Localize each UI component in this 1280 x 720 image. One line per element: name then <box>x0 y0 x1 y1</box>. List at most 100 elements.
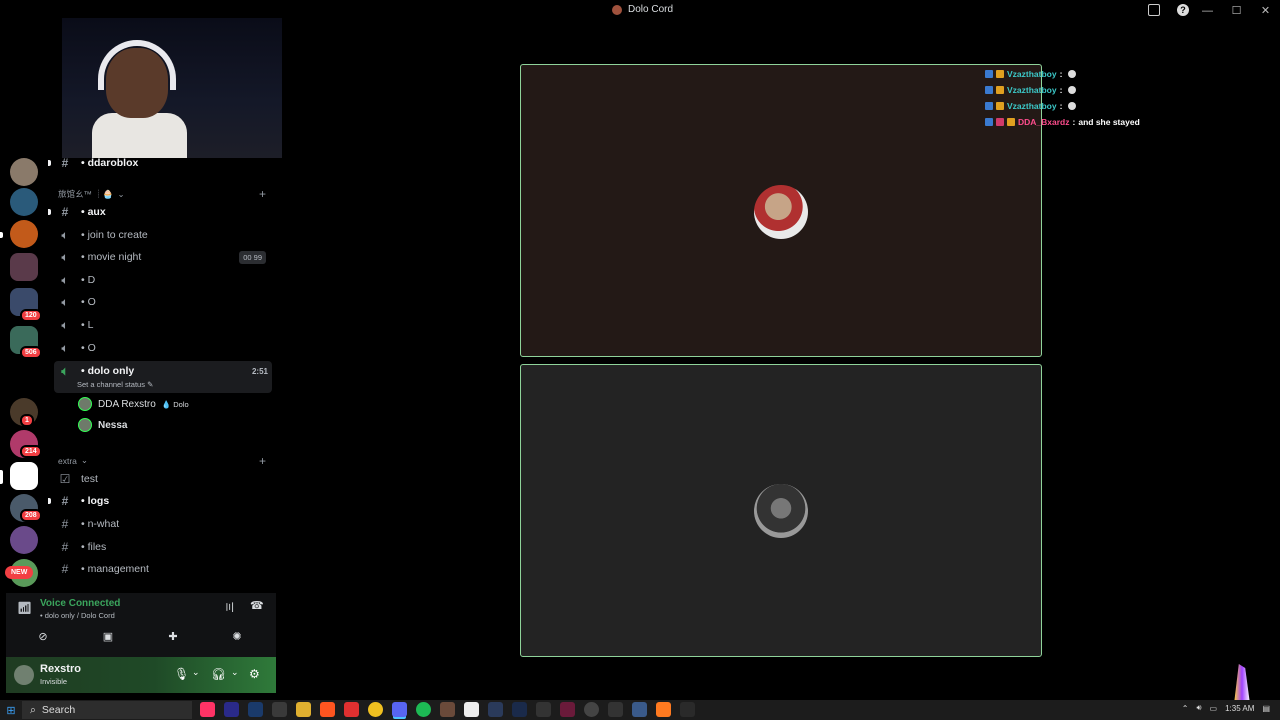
voice-channel-o[interactable]: 🔈︎ • O <box>58 338 272 358</box>
voice-channel-join-to-create[interactable]: 🔈︎ • join to create <box>58 225 272 245</box>
signal-icon[interactable]: 📶︎ <box>17 601 32 615</box>
close-button[interactable]: ✕ <box>1251 0 1280 22</box>
app-icon[interactable] <box>440 702 455 717</box>
voice-location[interactable]: • dolo only / Dolo Cord <box>40 611 115 620</box>
channel-logs[interactable]: # • logs <box>48 491 272 511</box>
app-icon[interactable] <box>608 702 623 717</box>
voice-user[interactable]: DDA Rexstro 💧 Dolo <box>78 397 189 411</box>
app-icon[interactable] <box>488 702 503 717</box>
notepad-icon[interactable] <box>464 702 479 717</box>
windows-start-icon[interactable]: ⊞ <box>0 704 22 717</box>
server-icon[interactable] <box>10 526 38 554</box>
set-channel-status[interactable]: Set a channel status ✎ <box>77 380 153 389</box>
create-channel-icon[interactable]: + <box>259 187 266 201</box>
channel-files[interactable]: # • files <box>58 537 272 557</box>
channel-label: • D <box>81 274 96 286</box>
chat-separator: : <box>1072 117 1076 127</box>
notification-icon[interactable]: ▤ <box>1262 704 1270 713</box>
app-icon[interactable] <box>344 702 359 717</box>
indesign-icon[interactable] <box>200 702 215 717</box>
category-header[interactable]: extra ⌄ + <box>58 454 272 468</box>
headphones-icon[interactable]: 🎧︎ <box>211 667 226 681</box>
channel-ddaroblox[interactable]: # • ddaroblox <box>48 153 272 173</box>
channel-label: • logs <box>81 495 110 507</box>
create-channel-icon[interactable]: + <box>259 454 266 468</box>
channel-n-what[interactable]: # • n-what <box>58 514 272 534</box>
chat-message: Vzazthatboy : <box>985 82 1275 98</box>
voice-status[interactable]: Voice Connected <box>40 598 120 609</box>
mention-badge: 120 <box>20 309 42 322</box>
microphone-icon[interactable]: 🎙︎ <box>174 667 189 681</box>
capcut-icon[interactable] <box>536 702 551 717</box>
server-folder[interactable] <box>10 253 38 281</box>
brave-icon[interactable] <box>320 702 335 717</box>
category-header[interactable]: 旅馆ㄠ™ ┊🧁 ⌄ + <box>58 187 272 201</box>
server-list: 120 506 1 214 208 <box>0 156 48 596</box>
soundboard-icon[interactable]: ✺ <box>226 630 248 644</box>
app-icon[interactable] <box>584 702 599 717</box>
speaker-icon: 🔈︎ <box>61 272 69 287</box>
clock[interactable]: 1:35 AM <box>1225 704 1254 713</box>
volume-icon[interactable]: 🔊︎ <box>1196 703 1201 713</box>
inbox-icon[interactable] <box>1148 4 1160 16</box>
app-icon[interactable] <box>368 702 383 717</box>
window-title-text: Dolo Cord <box>628 4 674 15</box>
chevron-down-icon: ⌄ <box>80 455 89 465</box>
voice-channel-d[interactable]: 🔈︎ • D <box>58 270 272 290</box>
chevron-down-icon[interactable]: ⌄ <box>231 667 239 678</box>
app-icon[interactable] <box>560 702 575 717</box>
webcam-person-shirt <box>92 113 187 158</box>
noise-suppression-icon[interactable]: 〣 <box>224 599 235 615</box>
channel-test[interactable]: ☑ test <box>58 469 272 489</box>
emote-icon <box>1068 102 1077 110</box>
voice-tile[interactable] <box>520 364 1042 657</box>
voice-channel-movie-night[interactable]: 🔈︎ • movie night 00 99 <box>58 247 272 267</box>
channel-aux[interactable]: # • aux <box>48 202 272 222</box>
chat-author: Vzazthatboy <box>1007 85 1057 95</box>
server-icon[interactable] <box>10 220 38 248</box>
app-icon[interactable] <box>272 702 287 717</box>
new-badge: NEW <box>5 566 34 579</box>
voice-channel-dolo-only[interactable]: 🔈︎ • dolo only 2:51 <box>58 361 272 381</box>
category-label: 旅馆ㄠ™ ┊🧁 <box>58 189 114 199</box>
avatar[interactable] <box>14 665 34 685</box>
voice-tile[interactable] <box>520 64 1042 357</box>
chevron-up-icon[interactable]: ⌃ <box>1182 704 1189 713</box>
steam-icon[interactable] <box>512 702 527 717</box>
speaker-icon: 🔈︎ <box>61 340 69 355</box>
chevron-down-icon[interactable]: ⌄ <box>192 667 200 678</box>
participant-avatar <box>754 484 808 538</box>
disconnect-icon[interactable]: ☎︎ <box>250 599 264 612</box>
discord-icon[interactable] <box>392 702 407 717</box>
voice-user[interactable]: Nessa <box>78 418 127 432</box>
help-icon[interactable]: ? <box>1177 4 1189 16</box>
chat-author: Vzazthatboy <box>1007 69 1057 79</box>
gear-icon[interactable]: ⚙ <box>249 667 260 681</box>
app-icon[interactable] <box>632 702 647 717</box>
voice-channel-l[interactable]: 🔈︎ • L <box>58 315 272 335</box>
taskbar-search[interactable]: ⌕ Search <box>22 701 192 719</box>
premiere-icon[interactable] <box>224 702 239 717</box>
voice-connection-panel: 📶︎ Voice Connected • dolo only / Dolo Co… <box>6 593 276 657</box>
app-icon[interactable] <box>656 702 671 717</box>
maximize-button[interactable]: ☐ <box>1222 0 1251 22</box>
activities-icon[interactable]: ✚ <box>162 630 184 644</box>
server-icon[interactable] <box>10 188 38 216</box>
network-icon[interactable]: ▭ <box>1210 704 1218 713</box>
camera-off-icon[interactable]: ⊘ <box>32 630 54 644</box>
channel-management[interactable]: # • management <box>58 559 272 579</box>
chevron-down-icon: ⌄ <box>117 188 125 199</box>
photoshop-icon[interactable] <box>248 702 263 717</box>
share-screen-icon[interactable]: ▣ <box>97 630 119 644</box>
username[interactable]: Rexstro <box>40 663 81 675</box>
spotify-icon[interactable] <box>416 702 431 717</box>
voice-channel-o[interactable]: 🔈︎ • O <box>58 292 272 312</box>
channel-label: • management <box>81 563 149 575</box>
channel-status-label: Set a channel status <box>77 380 145 389</box>
unread-indicator <box>48 498 51 504</box>
dolo-cord-server-icon[interactable] <box>10 462 38 490</box>
minimize-button[interactable]: — <box>1193 0 1222 22</box>
app-icon[interactable] <box>680 702 695 717</box>
file-explorer-icon[interactable] <box>296 702 311 717</box>
server-icon[interactable] <box>10 158 38 186</box>
